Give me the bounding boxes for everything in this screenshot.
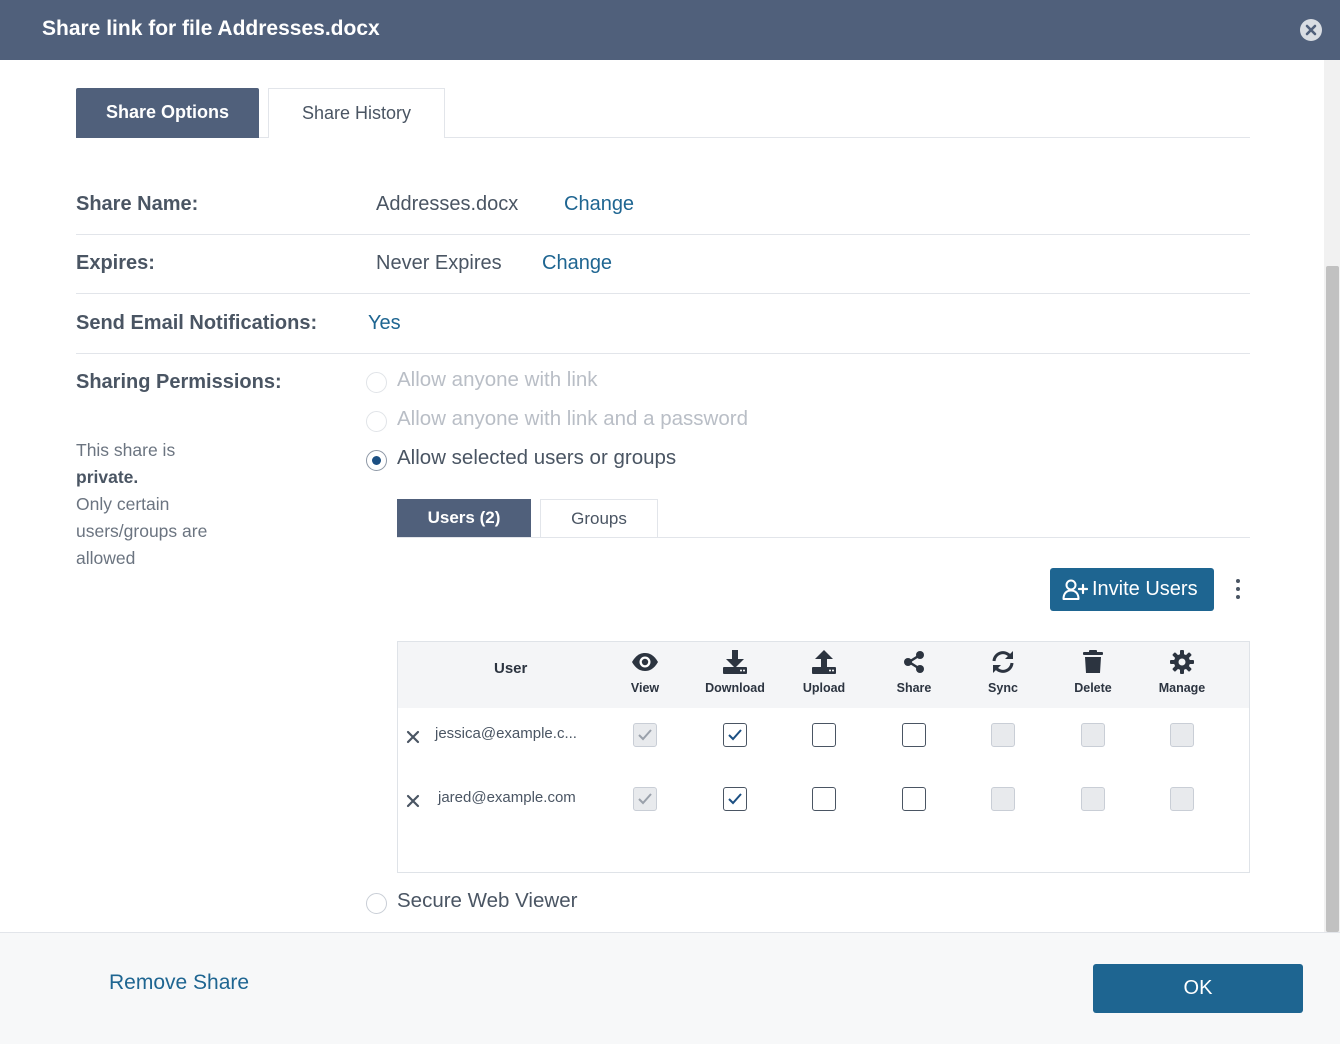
option-label: Allow anyone with link bbox=[397, 368, 598, 391]
column-view: View bbox=[605, 650, 685, 695]
private-share-note: This share is private. Only certain user… bbox=[76, 437, 256, 572]
option-label: Allow anyone with link and a password bbox=[397, 407, 748, 430]
sync-icon bbox=[992, 651, 1014, 673]
users-groups-tabs: Users (2) Groups bbox=[397, 499, 1250, 538]
view-label: View bbox=[630, 681, 660, 695]
share-checkbox[interactable] bbox=[902, 723, 926, 747]
sync-label: Sync bbox=[988, 681, 1018, 695]
option-label: Secure Web Viewer bbox=[397, 889, 578, 912]
radio-secure-web-viewer[interactable] bbox=[366, 893, 387, 914]
note-private: private. bbox=[76, 467, 139, 487]
remove-user-icon[interactable] bbox=[405, 793, 421, 809]
share-icon bbox=[904, 651, 924, 673]
upload-label: Upload bbox=[802, 681, 846, 695]
view-checkbox bbox=[633, 723, 657, 747]
note-line: This share is bbox=[76, 440, 176, 460]
sharing-permissions-label: Sharing Permissions: bbox=[76, 371, 282, 393]
tab-share-history[interactable]: Share History bbox=[268, 88, 445, 138]
invite-users-label: Invite Users bbox=[1092, 578, 1198, 600]
sync-checkbox bbox=[991, 787, 1015, 811]
trash-icon bbox=[1083, 650, 1103, 673]
tab-groups[interactable]: Groups bbox=[540, 499, 658, 537]
user-column-header: User bbox=[494, 660, 528, 677]
download-label: Download bbox=[705, 681, 765, 695]
note-detail: Only certain users/groups are allowed bbox=[76, 494, 208, 568]
share-name-row: Share Name: Addresses.docx Change bbox=[76, 176, 1250, 235]
change-share-name-link[interactable]: Change bbox=[564, 193, 634, 216]
invite-users-button[interactable]: Invite Users bbox=[1050, 568, 1214, 611]
radio-selected-users[interactable] bbox=[366, 450, 387, 471]
share-label: Share bbox=[896, 681, 932, 695]
expires-label: Expires: bbox=[76, 252, 155, 274]
close-icon bbox=[1305, 24, 1317, 36]
manage-label: Manage bbox=[1158, 681, 1206, 695]
expires-row: Expires: Never Expires Change bbox=[76, 235, 1250, 294]
column-manage: Manage bbox=[1142, 650, 1222, 695]
delete-checkbox bbox=[1081, 723, 1105, 747]
download-icon bbox=[723, 650, 747, 674]
eye-icon bbox=[632, 653, 658, 671]
manage-checkbox bbox=[1170, 723, 1194, 747]
tab-share-options[interactable]: Share Options bbox=[76, 88, 259, 138]
column-share: Share bbox=[874, 650, 954, 695]
view-checkbox bbox=[633, 787, 657, 811]
remove-user-icon[interactable] bbox=[405, 729, 421, 745]
column-delete: Delete bbox=[1053, 650, 1133, 695]
option-label: Allow selected users or groups bbox=[397, 446, 677, 469]
sync-checkbox bbox=[991, 723, 1015, 747]
share-name-label: Share Name: bbox=[76, 193, 199, 215]
expires-value: Never Expires bbox=[376, 252, 502, 274]
upload-icon bbox=[812, 650, 836, 674]
remove-share-link[interactable]: Remove Share bbox=[109, 971, 249, 995]
upload-checkbox[interactable] bbox=[812, 787, 836, 811]
column-download: Download bbox=[695, 650, 775, 695]
dialog-footer: Remove Share OK bbox=[0, 932, 1340, 1044]
manage-checkbox bbox=[1170, 787, 1194, 811]
upload-checkbox[interactable] bbox=[812, 723, 836, 747]
share-checkbox[interactable] bbox=[902, 787, 926, 811]
table-header: User View Download Upload Share Sync Del… bbox=[398, 642, 1249, 708]
user-email: jessica@example.c... bbox=[435, 725, 577, 742]
main-tabs: Share Options Share History bbox=[76, 88, 1250, 138]
more-options-icon[interactable] bbox=[1230, 577, 1246, 601]
email-notifications-toggle[interactable]: Yes bbox=[368, 312, 401, 335]
column-sync: Sync bbox=[963, 650, 1043, 695]
user-permissions-table: User View Download Upload Share Sync Del… bbox=[397, 641, 1250, 873]
email-notifications-row: Send Email Notifications: Yes bbox=[76, 294, 1250, 354]
download-checkbox[interactable] bbox=[723, 787, 747, 811]
radio-anyone-with-link[interactable] bbox=[366, 372, 387, 393]
user-email: jared@example.com bbox=[438, 789, 576, 806]
radio-anyone-with-password[interactable] bbox=[366, 411, 387, 432]
change-expiry-link[interactable]: Change bbox=[542, 252, 612, 275]
user-plus-icon bbox=[1062, 579, 1088, 600]
table-row: jared@example.com bbox=[398, 772, 1249, 836]
ok-button[interactable]: OK bbox=[1093, 964, 1303, 1013]
dialog-titlebar: Share link for file Addresses.docx bbox=[0, 0, 1340, 60]
delete-checkbox bbox=[1081, 787, 1105, 811]
download-checkbox[interactable] bbox=[723, 723, 747, 747]
share-name-value: Addresses.docx bbox=[376, 193, 519, 215]
table-row: jessica@example.c... bbox=[398, 708, 1249, 772]
share-link-dialog: Share link for file Addresses.docx Share… bbox=[0, 0, 1340, 1044]
email-notifications-label: Send Email Notifications: bbox=[76, 312, 318, 334]
gear-icon bbox=[1170, 650, 1194, 674]
scrollbar-thumb[interactable] bbox=[1326, 266, 1339, 932]
dialog-title: Share link for file Addresses.docx bbox=[42, 17, 380, 40]
delete-label: Delete bbox=[1074, 681, 1112, 695]
tab-users[interactable]: Users (2) bbox=[397, 499, 531, 537]
close-button[interactable] bbox=[1300, 19, 1322, 41]
column-upload: Upload bbox=[784, 650, 864, 695]
